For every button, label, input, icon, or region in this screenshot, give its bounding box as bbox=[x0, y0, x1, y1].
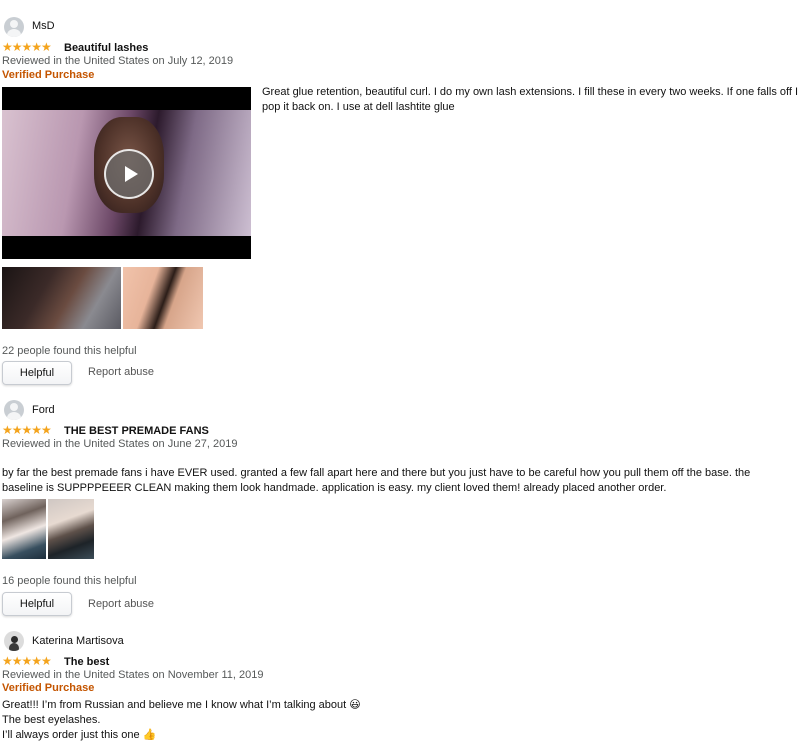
play-icon[interactable] bbox=[104, 149, 154, 199]
review-body-line: The best eyelashes. bbox=[2, 714, 101, 726]
helpful-button[interactable]: Helpful bbox=[2, 592, 72, 616]
review-date: Reviewed in the United States on June 27… bbox=[2, 438, 238, 450]
helpful-button[interactable]: Helpful bbox=[2, 361, 72, 385]
user-avatar-icon[interactable] bbox=[4, 400, 24, 420]
review-body: Great glue retention, beautiful curl. I … bbox=[262, 86, 799, 113]
verified-purchase-badge: Verified Purchase bbox=[2, 69, 95, 81]
review-body: Great!!! I’m from Russian and believe me… bbox=[2, 698, 792, 743]
review-date: Reviewed in the United States on July 12… bbox=[2, 55, 234, 67]
review-image-thumbnail[interactable] bbox=[2, 499, 46, 559]
user-avatar-icon[interactable] bbox=[4, 631, 24, 651]
review-body: by far the best premade fans i have EVER… bbox=[2, 467, 751, 494]
helpful-count: 16 people found this helpful bbox=[2, 575, 137, 587]
star-rating[interactable]: ★★★★★ bbox=[2, 423, 52, 437]
reviewer-name[interactable]: Ford bbox=[32, 404, 55, 416]
helpful-count: 22 people found this helpful bbox=[2, 345, 137, 357]
report-abuse-link[interactable]: Report abuse bbox=[88, 366, 154, 378]
star-rating[interactable]: ★★★★★ bbox=[2, 654, 52, 668]
reviewer-name[interactable]: MsD bbox=[32, 20, 55, 32]
review-video[interactable] bbox=[2, 87, 251, 259]
review-title[interactable]: THE BEST PREMADE FANS bbox=[64, 425, 209, 437]
star-rating[interactable]: ★★★★★ bbox=[2, 40, 52, 54]
review-body-line: Great!!! I’m from Russian and believe me… bbox=[2, 699, 361, 711]
review-date: Reviewed in the United States on Novembe… bbox=[2, 669, 264, 681]
verified-purchase-badge: Verified Purchase bbox=[2, 682, 95, 694]
review-title[interactable]: The best bbox=[64, 656, 109, 668]
review-image-thumbnail[interactable] bbox=[48, 499, 94, 559]
reviewer-name[interactable]: Katerina Martisova bbox=[32, 635, 124, 647]
report-abuse-link[interactable]: Report abuse bbox=[88, 598, 154, 610]
user-avatar-icon[interactable] bbox=[4, 17, 24, 37]
review-image-thumbnail[interactable] bbox=[123, 267, 203, 329]
review-title[interactable]: Beautiful lashes bbox=[64, 42, 148, 54]
review-image-thumbnail[interactable] bbox=[2, 267, 121, 329]
